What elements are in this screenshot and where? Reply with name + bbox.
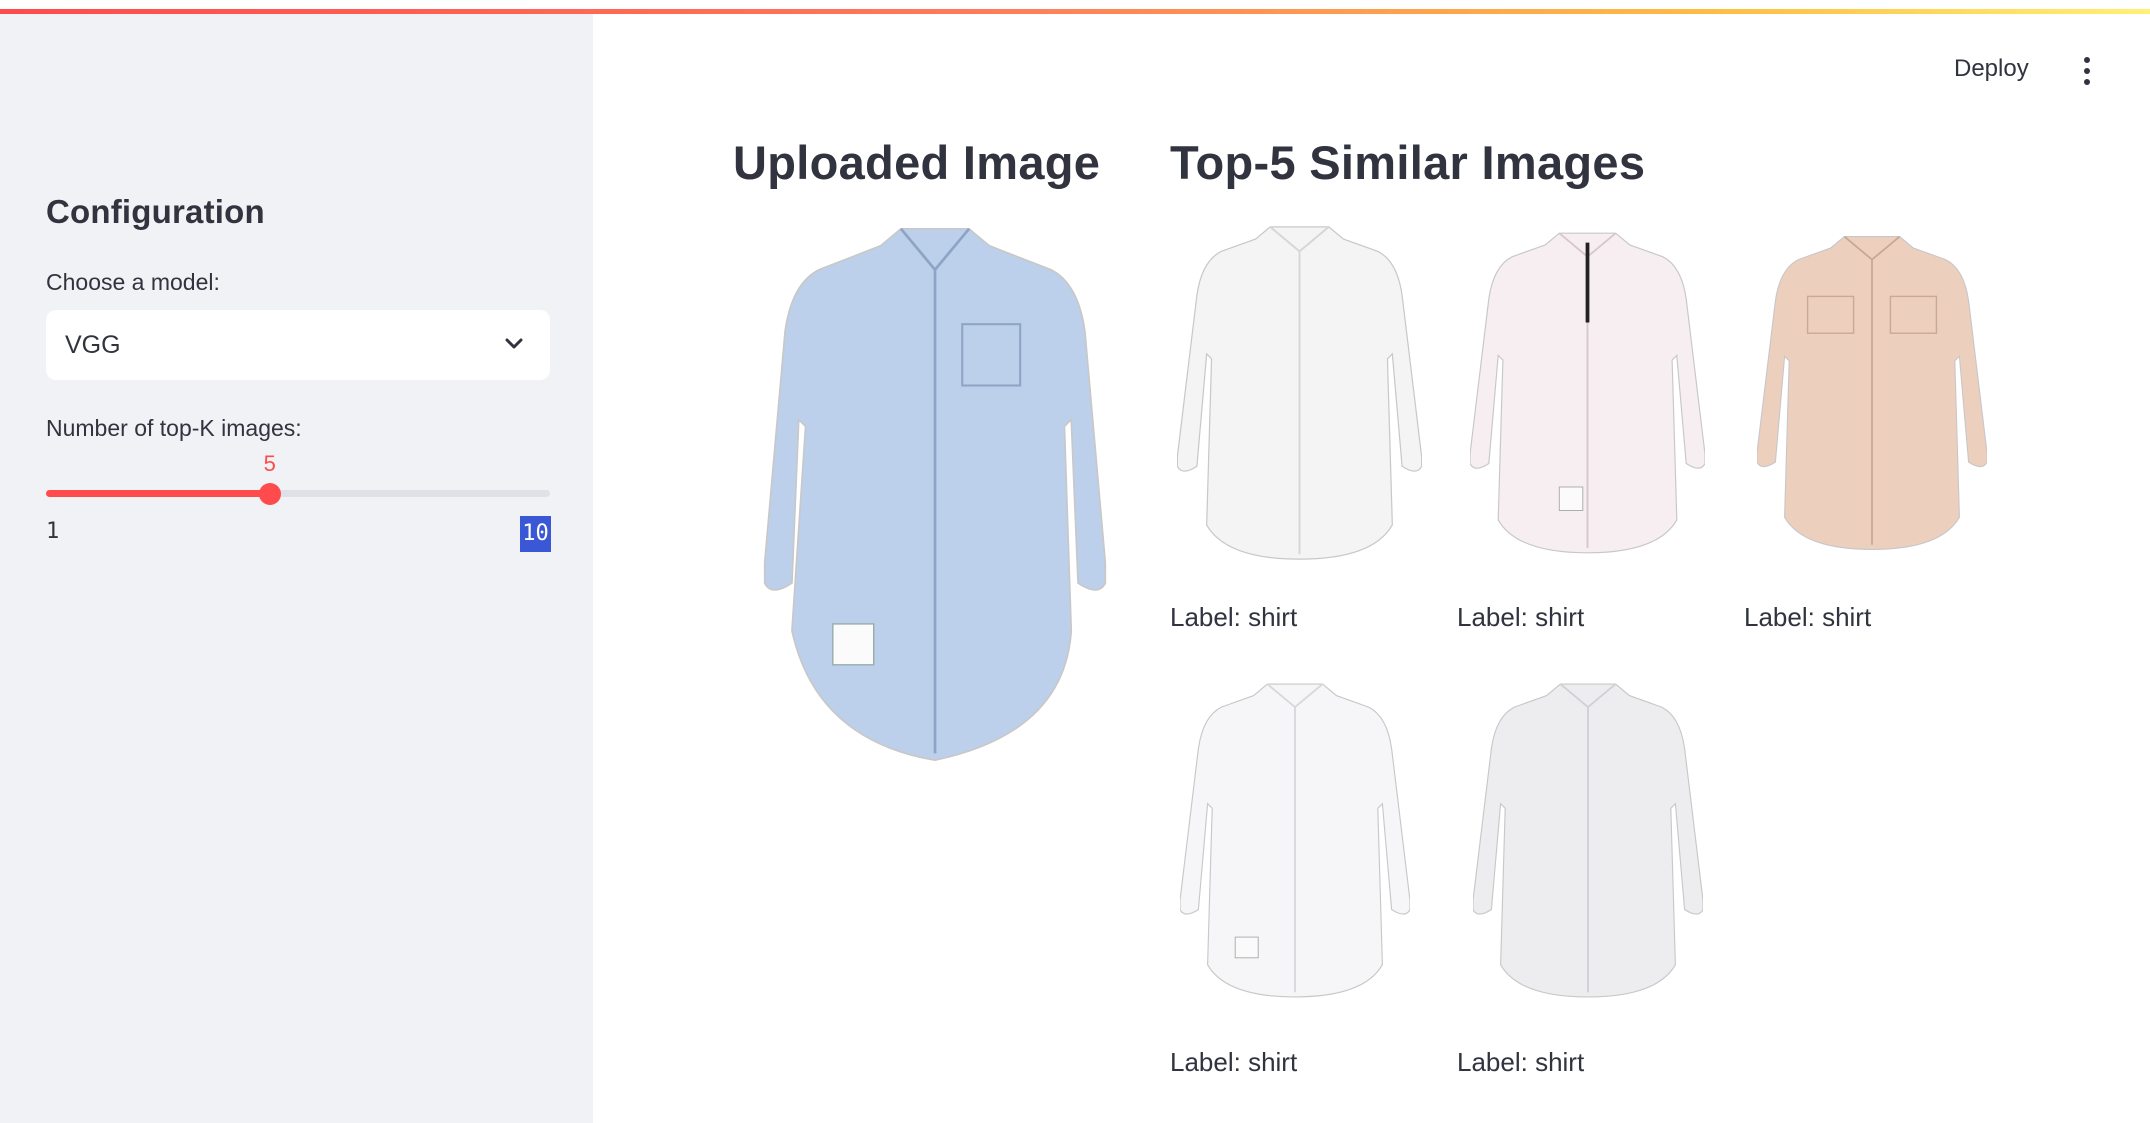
uploaded-image-heading: Uploaded Image — [733, 136, 1101, 189]
model-select-label: Choose a model: — [46, 269, 220, 295]
result-shirt-image-5 — [1473, 683, 1703, 998]
result-label-2: Label: shirt — [1457, 602, 1585, 632]
result-label-1: Label: shirt — [1170, 602, 1298, 632]
result-label-4: Label: shirt — [1170, 1047, 1298, 1077]
result-shirt-image-4 — [1180, 683, 1410, 998]
slider-value: 5 — [263, 451, 276, 476]
chevron-down-icon — [505, 338, 523, 349]
model-select-value: VGG — [65, 330, 121, 359]
result-shirt-image-2 — [1470, 232, 1705, 554]
sidebar-title: Configuration — [46, 193, 265, 230]
slider-fill — [46, 490, 270, 497]
deploy-button[interactable]: Deploy — [1954, 55, 2029, 83]
result-label-5: Label: shirt — [1457, 1047, 1585, 1077]
uploaded-shirt-image — [763, 227, 1107, 762]
slider-thumb[interactable] — [258, 483, 281, 505]
similar-images-heading: Top-5 Similar Images — [1170, 136, 1646, 189]
slider-min-label: 1 — [46, 519, 60, 544]
result-shirt-image-3 — [1757, 235, 1987, 550]
model-select[interactable]: VGG — [46, 310, 550, 380]
result-shirt-image-1 — [1177, 226, 1422, 560]
sidebar: Configuration Choose a model: VGG Number… — [0, 14, 593, 1123]
main-menu-button[interactable] — [2073, 57, 2101, 87]
slider-max-label: 10 — [520, 516, 551, 552]
topk-slider-label: Number of top-K images: — [46, 415, 302, 441]
topk-slider-track[interactable] — [46, 490, 550, 497]
vertical-ellipsis-icon — [2073, 57, 2101, 85]
result-label-3: Label: shirt — [1744, 602, 1872, 632]
